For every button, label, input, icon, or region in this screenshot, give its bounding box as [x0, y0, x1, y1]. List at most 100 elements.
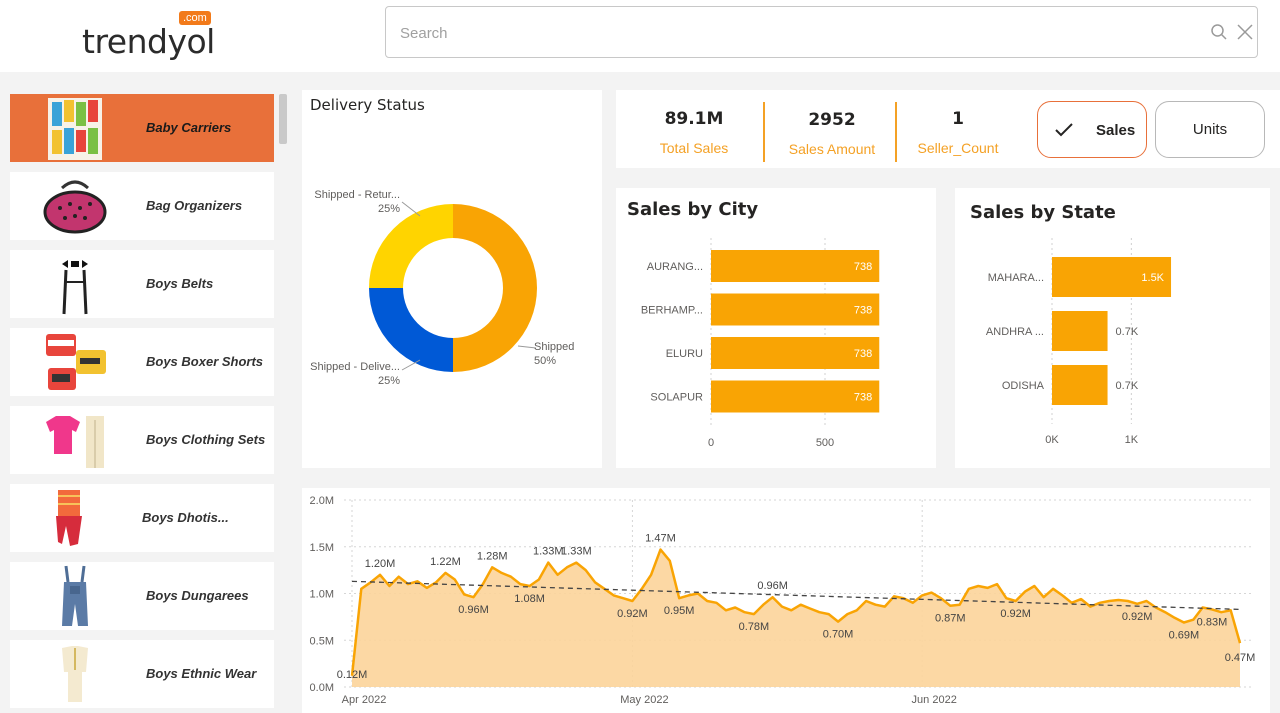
category-item-boys-ethnic-wear[interactable]: Boys Ethnic Wear — [10, 640, 274, 708]
bar — [1052, 365, 1108, 405]
bar-value-label: 738 — [854, 305, 872, 317]
data-point-label: 0.78M — [739, 621, 770, 633]
y-tick-label: 1.0M — [310, 589, 334, 601]
search-box[interactable] — [385, 6, 1258, 58]
clothing-set-thumbnail-icon — [46, 416, 104, 468]
sales-by-city-card: Sales by City 0 500 AURANG... 738 BERHAMP...… — [616, 188, 936, 468]
x-tick-label: May 2022 — [620, 694, 668, 706]
category-label: Boys Belts — [146, 276, 214, 291]
category-item-baby-carriers[interactable]: Baby Carriers — [10, 94, 274, 162]
sales-amount-value: 2952 — [808, 110, 856, 130]
delivery-status-card: Delivery Status Shipped 50% Shipped - Deli… — [302, 90, 602, 468]
check-icon — [1055, 123, 1073, 137]
donut-leader-line — [401, 359, 421, 371]
category-label: Boys Boxer Shorts — [146, 354, 264, 369]
category-item-bag-organizers[interactable]: Bag Organizers — [10, 172, 274, 240]
category-label: MAHARA... — [988, 272, 1044, 284]
donut-slice-percent: 50% — [534, 355, 556, 367]
search-icon[interactable] — [1210, 23, 1228, 41]
category-item-boys-boxer-shorts[interactable]: Boys Boxer Shorts — [10, 328, 274, 396]
x-tick-label: 1K — [1125, 434, 1139, 446]
data-point-label: 0.87M — [935, 613, 966, 625]
kpi-divider — [763, 102, 765, 162]
kpi-card: 89.1M Total Sales 2952 Sales Amount 1 Se… — [616, 90, 1028, 168]
trendyol-logo[interactable]: trendyol .com — [82, 11, 232, 61]
category-item-boys-clothing-sets[interactable]: Boys Clothing Sets — [10, 406, 274, 474]
category-label: ODISHA — [1002, 380, 1045, 392]
x-tick-label: 0K — [1045, 434, 1059, 446]
data-point-label: 1.33M — [561, 546, 592, 558]
sales-amount-label: Sales Amount — [788, 141, 876, 157]
x-tick-label: 500 — [816, 437, 834, 449]
y-tick-label: 0.5M — [310, 635, 334, 647]
category-label: BERHAMP... — [641, 305, 703, 317]
total-sales-value: 89.1M — [664, 109, 724, 129]
category-label: ANDHRA ... — [986, 326, 1044, 338]
category-slicer: Baby Carriers Bag Organizers Boys Belts … — [10, 94, 274, 713]
sales-by-state-card: Sales by State 0K 1K MAHARA... 1.5K ANDHRA .… — [955, 188, 1270, 468]
category-item-boys-belts[interactable]: Boys Belts — [10, 250, 274, 318]
bar-value-label: 738 — [854, 348, 872, 360]
data-point-label: 1.20M — [365, 558, 396, 570]
dhoti-thumbnail-icon — [56, 490, 82, 546]
data-point-label: 0.92M — [1000, 608, 1031, 620]
data-point-label: 1.33M — [533, 546, 564, 558]
bar-value-label: 738 — [854, 261, 872, 273]
bar-value-label: 0.7K — [1116, 380, 1139, 392]
donut-slice-percent: 25% — [378, 375, 400, 387]
donut-slice-percent: 25% — [378, 203, 400, 215]
donut-leader-line — [401, 201, 421, 217]
y-tick-label: 1.5M — [310, 542, 334, 554]
y-tick-label: 0.0M — [310, 682, 334, 694]
data-point-label: 0.70M — [823, 629, 854, 641]
sales-toggle-button[interactable]: Sales — [1037, 101, 1147, 158]
top-bar: trendyol .com — [0, 0, 1280, 72]
units-toggle-button[interactable]: Units — [1155, 101, 1265, 158]
sales-area-fill — [352, 549, 1240, 687]
seller-count-value: 1 — [952, 109, 964, 129]
donut-slice — [369, 204, 453, 288]
donut-slice-label: Shipped - Retur... — [314, 189, 400, 201]
data-point-label: 0.95M — [664, 605, 695, 617]
donut-slice-label: Shipped - Delive... — [310, 361, 400, 373]
close-icon[interactable] — [1235, 22, 1255, 42]
bar-value-label: 0.7K — [1116, 326, 1139, 338]
sidebar-scrollbar[interactable] — [279, 94, 287, 144]
category-label: Boys Clothing Sets — [146, 432, 266, 447]
dungarees-thumbnail-icon — [62, 565, 88, 626]
bar-value-label: 738 — [854, 392, 872, 404]
sales-by-city-chart: 0 500 AURANG... 738 BERHAMP... 738 ELURU 738 SOL… — [641, 238, 880, 449]
donut-slice-label: Shipped — [534, 341, 574, 353]
sales-trend-card: 0.0M 0.5M 1.0M 1.5M 2.0M Apr 2022 May 2022 Jun … — [302, 488, 1270, 713]
x-tick-label: Apr 2022 — [342, 694, 387, 706]
category-label: Boys Dungarees — [146, 588, 249, 603]
logo-text: trendyol — [82, 22, 215, 61]
category-label: Boys Dhotis... — [142, 510, 229, 525]
category-label: ELURU — [666, 348, 703, 360]
category-label: Bag Organizers — [146, 198, 243, 213]
data-point-label: 0.69M — [1169, 629, 1200, 641]
data-point-label: 1.28M — [477, 550, 508, 562]
data-point-label: 0.96M — [458, 604, 489, 616]
x-tick-label: Jun 2022 — [912, 694, 957, 706]
y-tick-label: 2.0M — [310, 495, 334, 507]
category-label: Boys Ethnic Wear — [146, 666, 257, 681]
logo-badge: .com — [179, 11, 211, 25]
ethnic-wear-thumbnail-icon — [62, 646, 88, 702]
data-point-label: 0.96M — [757, 580, 788, 592]
units-toggle-label: Units — [1192, 121, 1228, 138]
data-point-label: 0.47M — [1225, 652, 1256, 664]
data-point-label: 0.92M — [617, 608, 648, 620]
seller-count-label: Seller_Count — [917, 140, 999, 156]
category-item-boys-dhotis[interactable]: Boys Dhotis... — [10, 484, 274, 552]
socks-thumbnail-icon — [48, 98, 102, 160]
category-item-boys-dungarees[interactable]: Boys Dungarees — [10, 562, 274, 630]
category-label: AURANG... — [647, 261, 703, 273]
bag-organizer-thumbnail-icon — [43, 180, 107, 234]
sales-toggle-label: Sales — [1096, 122, 1136, 139]
sales-trend-area-chart: 0.0M 0.5M 1.0M 1.5M 2.0M Apr 2022 May 2022 Jun … — [310, 495, 1256, 706]
sales-by-state-chart: 0K 1K MAHARA... 1.5K ANDHRA ... 0.7K ODISHA 0.7… — [986, 238, 1172, 446]
data-point-label: 1.47M — [645, 533, 676, 545]
search-input[interactable] — [400, 21, 1180, 45]
category-label: SOLAPUR — [650, 392, 703, 404]
